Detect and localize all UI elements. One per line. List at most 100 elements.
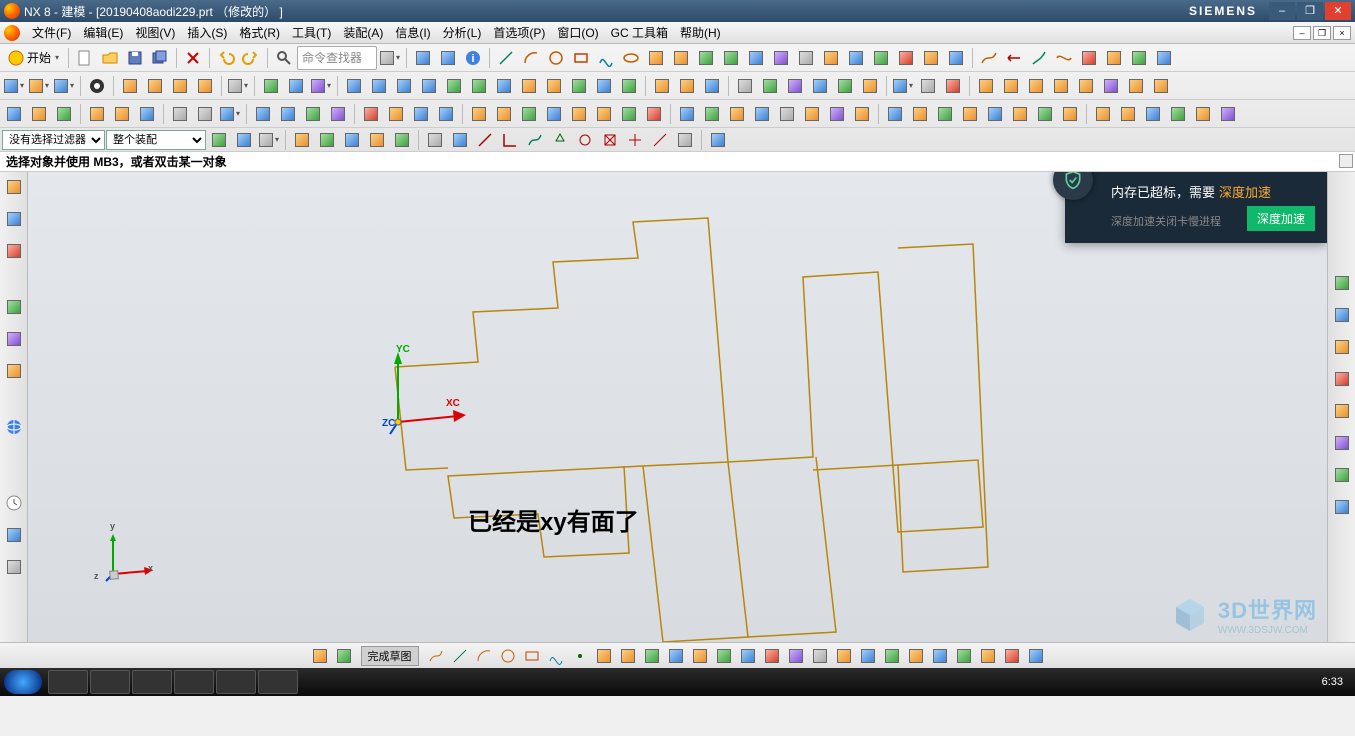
curve-analysis-4-button[interactable] [1052, 46, 1076, 70]
swept-button[interactable] [392, 74, 416, 98]
system-tab-button[interactable] [3, 556, 25, 578]
intersect-button[interactable] [1024, 74, 1048, 98]
revolve-button[interactable] [85, 74, 109, 98]
layer-visible-button[interactable] [326, 102, 350, 126]
sketch-offset-button[interactable] [689, 645, 711, 667]
curve-analysis-8-button[interactable] [1152, 46, 1176, 70]
notify-action-button[interactable]: 深度加速 [1247, 206, 1315, 231]
wave-link-button[interactable] [168, 102, 192, 126]
draft-button[interactable] [1124, 74, 1148, 98]
menu-tools[interactable]: 工具(T) [286, 22, 337, 43]
taskbar-app-1[interactable] [48, 670, 88, 694]
sew-button[interactable] [650, 74, 674, 98]
right-tool-2[interactable] [1331, 304, 1353, 326]
wcs-rotate-button[interactable] [783, 74, 807, 98]
measure-bodies-button[interactable] [941, 74, 965, 98]
through-curves-button[interactable] [342, 74, 366, 98]
snap-point-button[interactable] [290, 128, 314, 152]
snap-pole-button[interactable] [598, 128, 622, 152]
sketch-extra-5-button[interactable] [1001, 645, 1023, 667]
show-hide-constraint-button[interactable] [110, 102, 134, 126]
analysis-7-button[interactable] [825, 102, 849, 126]
view-cube-button[interactable] [706, 128, 730, 152]
curve-analysis-2-button[interactable] [1002, 46, 1026, 70]
explode-button[interactable] [193, 102, 217, 126]
reuse-library-button[interactable] [3, 296, 25, 318]
mirror-feature-button[interactable] [492, 102, 516, 126]
split-curve-button[interactable] [944, 46, 968, 70]
menu-preferences[interactable]: 首选项(P) [487, 22, 551, 43]
divide-face-button[interactable] [384, 102, 408, 126]
menu-information[interactable]: 信息(I) [389, 22, 436, 43]
wcs-dynamics-button[interactable] [758, 74, 782, 98]
line-tool-button[interactable] [494, 46, 518, 70]
intersect-curve-button[interactable] [719, 46, 743, 70]
render-2-button[interactable] [908, 102, 932, 126]
sketch-extend-button[interactable] [665, 645, 687, 667]
snap-midpoint-button[interactable] [315, 128, 339, 152]
wcs-origin-button[interactable] [733, 74, 757, 98]
menu-analysis[interactable]: 分析(L) [437, 22, 488, 43]
render-8-button[interactable] [1058, 102, 1082, 126]
taskbar-app-4[interactable] [174, 670, 214, 694]
menu-window[interactable]: 窗口(O) [551, 22, 604, 43]
measure-angle-button[interactable] [916, 74, 940, 98]
pattern-feature-button[interactable] [467, 102, 491, 126]
sketch-show-constraint-button[interactable] [809, 645, 831, 667]
part-navigator-button[interactable] [3, 176, 25, 198]
save-all-button[interactable] [148, 46, 172, 70]
taskbar-app-3[interactable] [132, 670, 172, 694]
curve-analysis-3-button[interactable] [1027, 46, 1051, 70]
scale-button[interactable] [542, 102, 566, 126]
filter-icon-2[interactable] [232, 128, 256, 152]
command-finder-input[interactable]: 命令查找器 [297, 46, 377, 70]
extrude-button[interactable]: ▾ [52, 74, 76, 98]
filter-icon-1[interactable] [207, 128, 231, 152]
helix-button[interactable] [819, 46, 843, 70]
block-button[interactable] [118, 74, 142, 98]
snap-existing-button[interactable] [573, 128, 597, 152]
curve-analysis-1-button[interactable] [977, 46, 1001, 70]
trim-body-button[interactable] [1074, 74, 1098, 98]
synchronous-3-button[interactable] [1141, 102, 1165, 126]
sketch-extra-3-button[interactable] [953, 645, 975, 667]
sketch-dimension-button[interactable] [761, 645, 783, 667]
prompt-collapse-button[interactable] [1339, 154, 1353, 168]
start-button[interactable]: 开始▾ [2, 46, 64, 70]
save-button[interactable] [123, 46, 147, 70]
analysis-5-button[interactable] [775, 102, 799, 126]
through-curve-mesh-button[interactable] [367, 74, 391, 98]
color-region-button[interactable] [359, 102, 383, 126]
sketch-name-button[interactable] [309, 645, 331, 667]
menu-insert[interactable]: 插入(S) [181, 22, 233, 43]
face-blend-button[interactable] [617, 74, 641, 98]
sketch-intersect-button[interactable] [737, 645, 759, 667]
extend-sheet-button[interactable] [542, 74, 566, 98]
synchronous-6-button[interactable] [1216, 102, 1240, 126]
sphere-button[interactable] [193, 74, 217, 98]
analysis-2-button[interactable] [700, 102, 724, 126]
measure-distance-button[interactable]: ▾ [891, 74, 915, 98]
ruled-button[interactable] [417, 74, 441, 98]
snap-parallel-button[interactable] [523, 128, 547, 152]
sketch-point-button[interactable] [569, 645, 591, 667]
trimmed-sheet-button[interactable] [517, 74, 541, 98]
right-tool-4[interactable] [1331, 368, 1353, 390]
sketch-convert-button[interactable] [833, 645, 855, 667]
taskbar-app-6[interactable] [258, 670, 298, 694]
bridge-curve-button[interactable] [744, 46, 768, 70]
finish-sketch-button[interactable]: 完成草图 [361, 646, 419, 666]
thicken-button[interactable] [567, 102, 591, 126]
sketch-extra-6-button[interactable] [1025, 645, 1047, 667]
spline-tool-button[interactable] [594, 46, 618, 70]
render-7-button[interactable] [1033, 102, 1057, 126]
sketch-orient-button[interactable] [333, 645, 355, 667]
snap-grid-1-button[interactable] [423, 128, 447, 152]
render-3-button[interactable] [933, 102, 957, 126]
wcs-save-button[interactable] [808, 74, 832, 98]
datum-plane-button[interactable]: ▾ [27, 74, 51, 98]
sequence-button[interactable]: ▾ [218, 102, 242, 126]
edge-blend-button[interactable] [1149, 74, 1173, 98]
hd3d-button[interactable] [3, 328, 25, 350]
unite-button[interactable] [974, 74, 998, 98]
